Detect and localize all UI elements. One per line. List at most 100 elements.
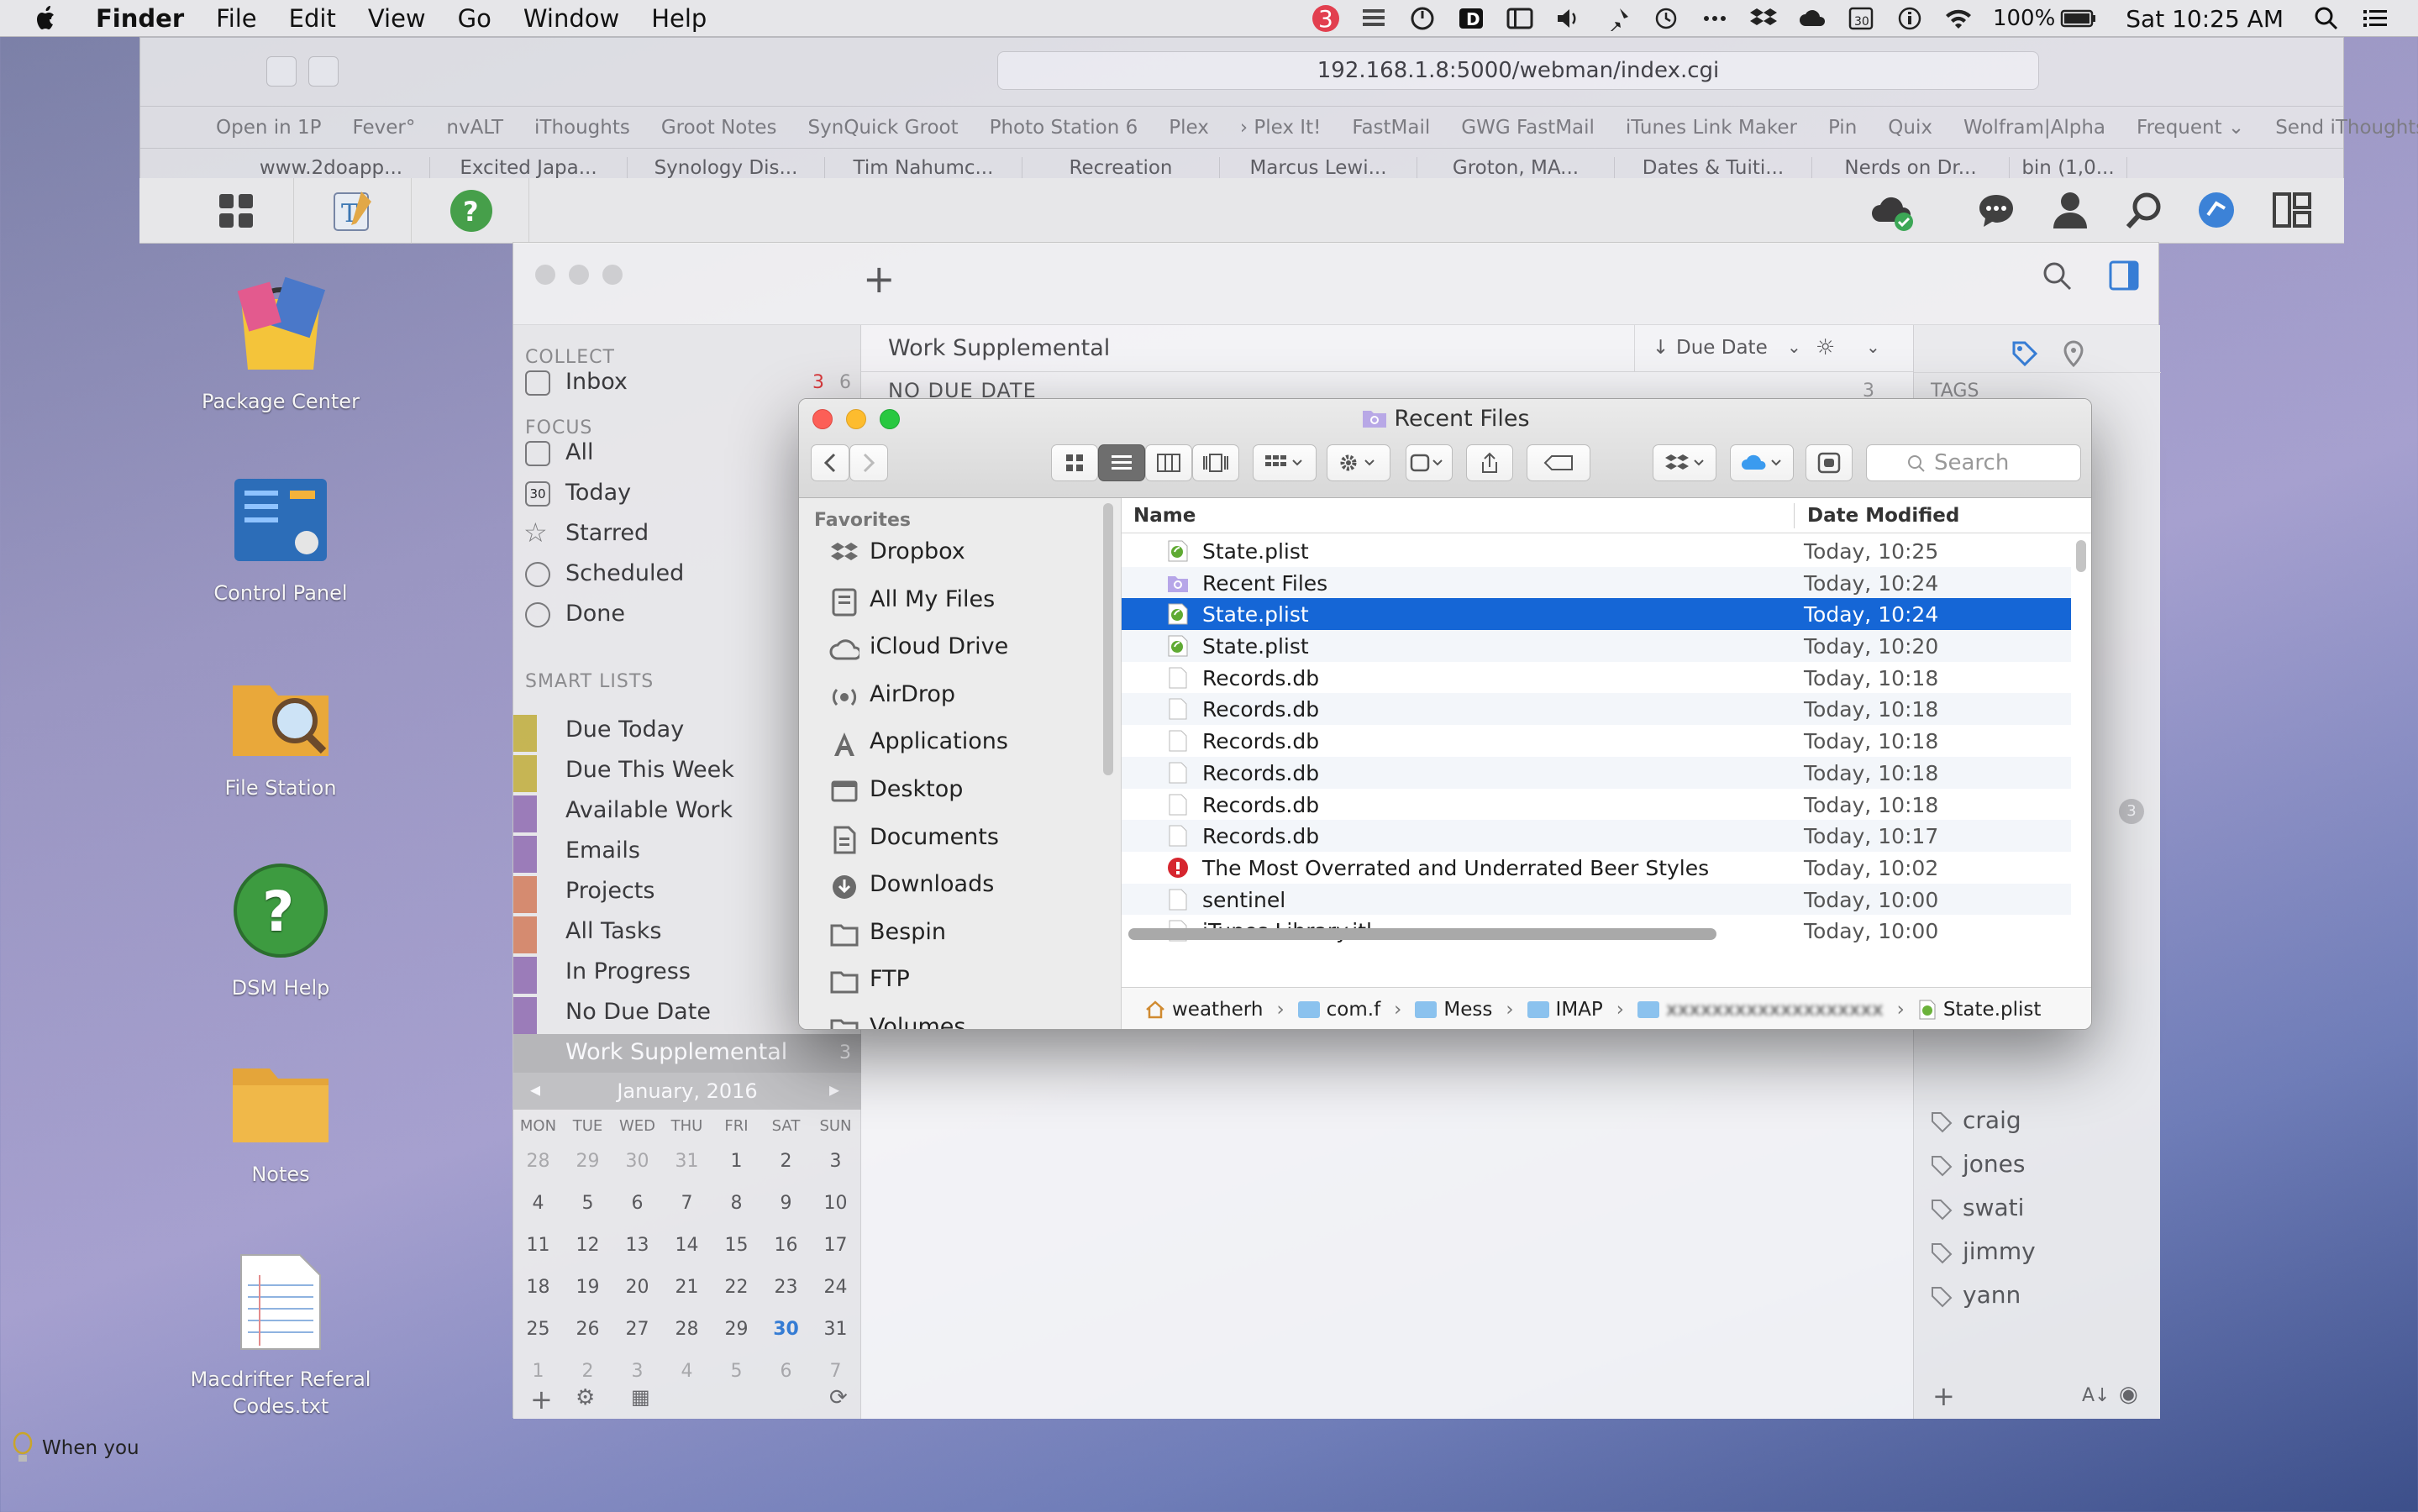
display-d-icon[interactable]: D bbox=[1457, 6, 1485, 31]
url-bar[interactable]: 192.168.1.8:5000/webman/index.cgi bbox=[997, 51, 2039, 90]
smart-list-all-tasks[interactable]: All Tasks bbox=[565, 918, 661, 944]
tab[interactable]: Marcus Lewi... bbox=[1220, 157, 1417, 179]
calendar-day[interactable]: 17 bbox=[811, 1235, 860, 1256]
file-row[interactable]: sentinel Today, 10:00 bbox=[1122, 883, 2071, 916]
calendar-day[interactable]: 16 bbox=[761, 1235, 811, 1256]
text-size-icon[interactable]: A↓ bbox=[2082, 1385, 2110, 1406]
file-row[interactable]: The Most Overrated and Underrated Beer S… bbox=[1122, 852, 2071, 884]
chat-icon[interactable] bbox=[1976, 192, 2016, 234]
list-view-button[interactable] bbox=[1098, 444, 1145, 481]
smart-list-due-today[interactable]: Due Today bbox=[565, 717, 684, 743]
calendar-day[interactable]: 6 bbox=[612, 1193, 662, 1214]
more-icon[interactable] bbox=[1700, 6, 1729, 31]
bookmark-item[interactable]: GWG FastMail bbox=[1461, 117, 1595, 139]
smart-list-emails[interactable]: Emails bbox=[565, 837, 640, 864]
path-segment[interactable]: com.f bbox=[1297, 999, 1380, 1021]
sidebar-favorite-documents[interactable]: Documents bbox=[870, 824, 999, 850]
pin-icon[interactable] bbox=[1603, 6, 1632, 31]
sidebar-favorite-airdrop[interactable]: AirDrop bbox=[870, 681, 955, 707]
zoom-button[interactable] bbox=[602, 265, 623, 285]
bookmark-item[interactable]: iTunes Link Maker bbox=[1626, 117, 1797, 139]
calendar-day[interactable]: 22 bbox=[712, 1277, 761, 1298]
next-month-button[interactable]: ▸ bbox=[829, 1078, 839, 1101]
calendar-day[interactable]: 4 bbox=[513, 1193, 563, 1214]
calendar-day[interactable]: 11 bbox=[513, 1235, 563, 1256]
calendar-day[interactable]: 29 bbox=[563, 1151, 612, 1172]
file-row-selected[interactable]: State.plist Today, 10:24 bbox=[1122, 598, 2071, 631]
calendar-day[interactable]: 31 bbox=[662, 1151, 712, 1172]
bookmark-item[interactable]: Wolfram|Alpha bbox=[1963, 117, 2105, 139]
brightness-icon[interactable]: ☼ bbox=[1816, 335, 1835, 360]
bookmark-item[interactable]: › Plex It! bbox=[1240, 117, 1321, 139]
bookmark-item[interactable]: Photo Station 6 bbox=[990, 117, 1138, 139]
tag-icon[interactable] bbox=[2011, 340, 2038, 367]
calendar-day[interactable]: 12 bbox=[563, 1235, 612, 1256]
tab[interactable]: bin (1,0... bbox=[2010, 157, 2127, 179]
sidebar-favorite-downloads[interactable]: Downloads bbox=[870, 871, 994, 897]
smart-list-in-progress[interactable]: In Progress bbox=[565, 958, 691, 984]
bookmark-item[interactable]: Pin bbox=[1828, 117, 1857, 139]
main-menu-button[interactable] bbox=[178, 178, 294, 244]
back-button[interactable] bbox=[266, 56, 297, 87]
path-segment[interactable]: xxxxxxxxxxxxxxxxxxx bbox=[1637, 999, 1884, 1021]
widget-icon[interactable] bbox=[2196, 190, 2237, 234]
desktop-icon-control-panel[interactable]: Control Panel bbox=[180, 474, 381, 606]
menu-view[interactable]: View bbox=[368, 4, 426, 33]
calendar-icon[interactable]: 30 bbox=[1847, 6, 1875, 31]
action-button[interactable] bbox=[1327, 444, 1390, 481]
sidebar-favorite-all-my-files[interactable]: All My Files bbox=[870, 586, 995, 612]
info-icon[interactable] bbox=[1895, 6, 1924, 31]
menu-help[interactable]: Help bbox=[651, 4, 707, 33]
bookmark-item[interactable]: Send iThoughts bbox=[2275, 117, 2418, 139]
calendar-day[interactable]: 19 bbox=[563, 1277, 612, 1298]
column-date-modified[interactable]: Date Modified bbox=[1807, 505, 1959, 527]
menu-edit[interactable]: Edit bbox=[289, 4, 336, 33]
sort-menu[interactable]: Due Date bbox=[1676, 337, 1768, 359]
sync-icon[interactable]: ⟳ bbox=[829, 1385, 848, 1410]
tab[interactable]: Tim Nahumc... bbox=[825, 157, 1022, 179]
cover-flow-button[interactable] bbox=[1192, 444, 1239, 481]
file-row[interactable]: Records.db Today, 10:17 bbox=[1122, 820, 2071, 852]
smart-list-available-work[interactable]: Available Work bbox=[565, 797, 733, 823]
search-icon[interactable] bbox=[2124, 190, 2164, 234]
share-button[interactable] bbox=[1466, 444, 1513, 481]
bookmark-item[interactable]: Fever° bbox=[353, 117, 416, 139]
tab[interactable]: Recreation bbox=[1022, 157, 1220, 179]
sidebar-favorite-dropbox[interactable]: Dropbox bbox=[870, 538, 965, 564]
calendar-day[interactable]: 10 bbox=[811, 1193, 860, 1214]
tab[interactable]: www.2doapp... bbox=[233, 157, 430, 179]
tab[interactable]: Excited Japa... bbox=[430, 157, 628, 179]
sidebar-item-done[interactable]: Done bbox=[565, 601, 625, 627]
layout-icon[interactable] bbox=[2272, 192, 2312, 232]
tag-item[interactable]: yann bbox=[1963, 1281, 2021, 1309]
display-d-button[interactable] bbox=[1406, 444, 1453, 481]
sidebar-scrollbar[interactable] bbox=[1103, 503, 1113, 775]
bookmark-item[interactable]: SynQuick Groot bbox=[808, 117, 959, 139]
tab[interactable]: Synology Dis... bbox=[628, 157, 825, 179]
tag-item[interactable]: jimmy bbox=[1963, 1237, 2036, 1265]
calendar-day[interactable]: 30 bbox=[612, 1151, 662, 1172]
gear-icon[interactable]: ⚙ bbox=[576, 1385, 595, 1410]
cloud-sync-icon[interactable] bbox=[1869, 190, 1919, 237]
calendar-day[interactable]: 3 bbox=[612, 1361, 662, 1382]
sidebar-item-all[interactable]: All bbox=[565, 439, 593, 465]
desktop-icon-dsm-help[interactable]: ? DSM Help bbox=[180, 860, 381, 1001]
sidebar-item-scheduled[interactable]: Scheduled bbox=[565, 560, 684, 586]
icon-view-button[interactable] bbox=[1051, 444, 1098, 481]
sidebar-item-starred[interactable]: Starred bbox=[565, 520, 649, 546]
calendar-day[interactable]: 20 bbox=[612, 1277, 662, 1298]
sidebar-item-inbox[interactable]: Inbox bbox=[565, 369, 628, 395]
tab[interactable]: Dates & Tuiti... bbox=[1615, 157, 1812, 179]
calendar-day[interactable]: 3 bbox=[811, 1151, 860, 1172]
minimize-button[interactable] bbox=[569, 265, 589, 285]
column-name[interactable]: Name bbox=[1133, 505, 1196, 527]
menu-file[interactable]: File bbox=[216, 4, 257, 33]
path-segment[interactable]: weatherh bbox=[1145, 999, 1263, 1021]
calendar-day[interactable]: 4 bbox=[662, 1361, 712, 1382]
calendar-day[interactable]: 31 bbox=[811, 1319, 860, 1340]
calendar-toggle-icon[interactable]: ▦ bbox=[631, 1385, 650, 1409]
calendar-day[interactable]: 26 bbox=[563, 1319, 612, 1340]
dropbox-icon[interactable] bbox=[1749, 6, 1778, 31]
calendar-day[interactable]: 13 bbox=[612, 1235, 662, 1256]
menu-app-name[interactable]: Finder bbox=[96, 4, 184, 33]
